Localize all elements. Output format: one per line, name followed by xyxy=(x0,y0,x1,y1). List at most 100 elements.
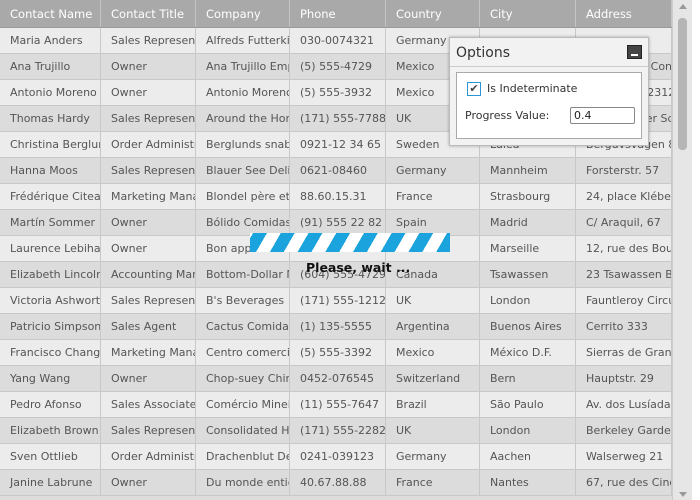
table-cell[interactable]: Sven Ottlieb xyxy=(0,444,101,469)
table-cell[interactable]: UK xyxy=(386,418,480,443)
progress-value-input[interactable] xyxy=(570,107,635,124)
table-cell[interactable]: Strasbourg xyxy=(480,184,576,209)
table-cell[interactable]: Owner xyxy=(101,470,196,495)
table-cell[interactable]: Aachen xyxy=(480,444,576,469)
table-cell[interactable]: (5) 555-3932 xyxy=(290,80,386,105)
table-cell[interactable]: Sales Associate xyxy=(101,392,196,417)
table-cell[interactable]: (1) 135-5555 xyxy=(290,314,386,339)
table-cell[interactable]: Marketing Manag xyxy=(101,340,196,365)
table-cell[interactable]: Mannheim xyxy=(480,158,576,183)
table-cell[interactable]: Bottom-Dollar Ma xyxy=(196,262,290,287)
table-cell[interactable]: Owner xyxy=(101,210,196,235)
is-indeterminate-checkbox[interactable]: ✔ xyxy=(467,82,481,96)
table-cell[interactable]: Martín Sommer xyxy=(0,210,101,235)
table-cell[interactable]: (171) 555-2282 xyxy=(290,418,386,443)
table-cell[interactable]: Forsterstr. 57 xyxy=(576,158,672,183)
table-cell[interactable]: (5) 555-3392 xyxy=(290,340,386,365)
table-cell[interactable]: Elizabeth Brown xyxy=(0,418,101,443)
table-cell[interactable]: Sales Representati xyxy=(101,418,196,443)
table-cell[interactable]: Hanna Moos xyxy=(0,158,101,183)
vertical-scrollbar[interactable] xyxy=(672,0,692,500)
table-cell[interactable]: Order Administrat xyxy=(101,132,196,157)
table-cell[interactable]: 0452-076545 xyxy=(290,366,386,391)
table-cell[interactable]: France xyxy=(386,470,480,495)
table-row[interactable]: Victoria AshworthSales RepresentatiB's B… xyxy=(0,288,672,314)
table-cell[interactable]: (91) 555 22 82 xyxy=(290,210,386,235)
table-row[interactable]: Hanna MoosSales RepresentatiBlauer See D… xyxy=(0,158,672,184)
table-cell[interactable]: (11) 555-7647 xyxy=(290,392,386,417)
table-cell[interactable]: 23 Tsawassen Blvd. xyxy=(576,262,672,287)
table-row[interactable]: Patricio Simpson Sales Agent Cactus Comida… xyxy=(0,314,672,340)
table-cell[interactable]: Cactus Comidas p xyxy=(196,314,290,339)
table-row[interactable]: Pedro Afonso Sales Associate Comércio Mine… xyxy=(0,392,672,418)
table-cell[interactable]: Owner xyxy=(101,54,196,79)
table-cell[interactable]: (5) 555-4729 xyxy=(290,54,386,79)
table-cell[interactable]: C/ Araquil, 67 xyxy=(576,210,672,235)
table-cell[interactable]: 0621-08460 xyxy=(290,158,386,183)
table-cell[interactable]: Av. dos Lusíadas, 23 xyxy=(576,392,672,417)
table-cell[interactable]: Frédérique Citeaux xyxy=(0,184,101,209)
table-cell[interactable]: Mexico xyxy=(386,340,480,365)
table-cell[interactable]: Buenos Aires xyxy=(480,314,576,339)
table-row[interactable]: Sven OttliebOrder AdministratDrachenblut… xyxy=(0,444,672,470)
table-cell[interactable]: B's Beverages xyxy=(196,288,290,313)
table-cell[interactable]: Chop-suey Chines xyxy=(196,366,290,391)
table-cell[interactable]: Centro comercial I xyxy=(196,340,290,365)
table-cell[interactable]: Antonio Moreno xyxy=(0,80,101,105)
table-cell[interactable]: Blondel père et fils xyxy=(196,184,290,209)
scrollbar-thumb[interactable] xyxy=(678,18,687,150)
table-cell[interactable]: Janine Labrune xyxy=(0,470,101,495)
column-header[interactable]: Address xyxy=(576,0,672,27)
is-indeterminate-label[interactable]: Is Indeterminate xyxy=(487,82,577,95)
table-cell[interactable]: Germany xyxy=(386,158,480,183)
table-cell[interactable]: 0921-12 34 65 xyxy=(290,132,386,157)
table-cell[interactable]: Alfreds Futterkiste xyxy=(196,28,290,53)
table-cell[interactable]: São Paulo xyxy=(480,392,576,417)
table-cell[interactable]: Sales Representati xyxy=(101,288,196,313)
table-cell[interactable]: 12, rue des Bouchers xyxy=(576,236,672,261)
table-cell[interactable]: Around the Horn xyxy=(196,106,290,131)
table-cell[interactable]: Laurence Lebihan xyxy=(0,236,101,261)
table-cell[interactable]: Owner xyxy=(101,366,196,391)
table-cell[interactable]: Berglunds snabbk xyxy=(196,132,290,157)
table-cell[interactable]: Owner xyxy=(101,236,196,261)
table-cell[interactable]: Accounting Manag xyxy=(101,262,196,287)
table-cell[interactable]: (171) 555-7788 xyxy=(290,106,386,131)
table-row[interactable]: Elizabeth BrownSales RepresentatiConsoli… xyxy=(0,418,672,444)
table-cell[interactable]: Ana Trujillo xyxy=(0,54,101,79)
minimize-button[interactable] xyxy=(627,45,642,59)
table-cell[interactable]: Blauer See Delikat xyxy=(196,158,290,183)
column-header[interactable]: Contact Title xyxy=(101,0,196,27)
table-cell[interactable]: Cerrito 333 xyxy=(576,314,672,339)
table-cell[interactable]: Thomas Hardy xyxy=(0,106,101,131)
table-cell[interactable]: Patricio Simpson xyxy=(0,314,101,339)
table-cell[interactable]: Nantes xyxy=(480,470,576,495)
table-cell[interactable]: Hauptstr. 29 xyxy=(576,366,672,391)
table-cell[interactable]: Sales Agent xyxy=(101,314,196,339)
table-cell[interactable]: 0241-039123 xyxy=(290,444,386,469)
table-cell[interactable]: Sales Representati xyxy=(101,28,196,53)
table-row[interactable]: Yang WangOwnerChop-suey Chines0452-07654… xyxy=(0,366,672,392)
table-cell[interactable]: Order Administrat xyxy=(101,444,196,469)
table-cell[interactable]: Germany xyxy=(386,444,480,469)
table-cell[interactable]: 030-0074321 xyxy=(290,28,386,53)
table-cell[interactable]: Francisco Chang xyxy=(0,340,101,365)
column-header[interactable]: Company xyxy=(196,0,290,27)
table-cell[interactable]: Marseille xyxy=(480,236,576,261)
table-cell[interactable]: Fauntleroy Circus xyxy=(576,288,672,313)
scroll-down-arrow-icon[interactable] xyxy=(679,492,687,497)
table-cell[interactable]: France xyxy=(386,184,480,209)
table-cell[interactable]: Tsawassen xyxy=(480,262,576,287)
table-cell[interactable]: Madrid xyxy=(480,210,576,235)
table-cell[interactable]: Victoria Ashworth xyxy=(0,288,101,313)
table-cell[interactable]: Sales Representati xyxy=(101,106,196,131)
table-cell[interactable]: London xyxy=(480,418,576,443)
table-cell[interactable]: Maria Anders xyxy=(0,28,101,53)
table-cell[interactable]: Ana Trujillo Empar xyxy=(196,54,290,79)
table-cell[interactable]: Argentina xyxy=(386,314,480,339)
table-cell[interactable]: (171) 555-1212 xyxy=(290,288,386,313)
table-cell[interactable]: Marketing Manag xyxy=(101,184,196,209)
column-header[interactable]: City xyxy=(480,0,576,27)
table-cell[interactable]: Owner xyxy=(101,80,196,105)
scroll-up-arrow-icon[interactable] xyxy=(679,4,687,9)
